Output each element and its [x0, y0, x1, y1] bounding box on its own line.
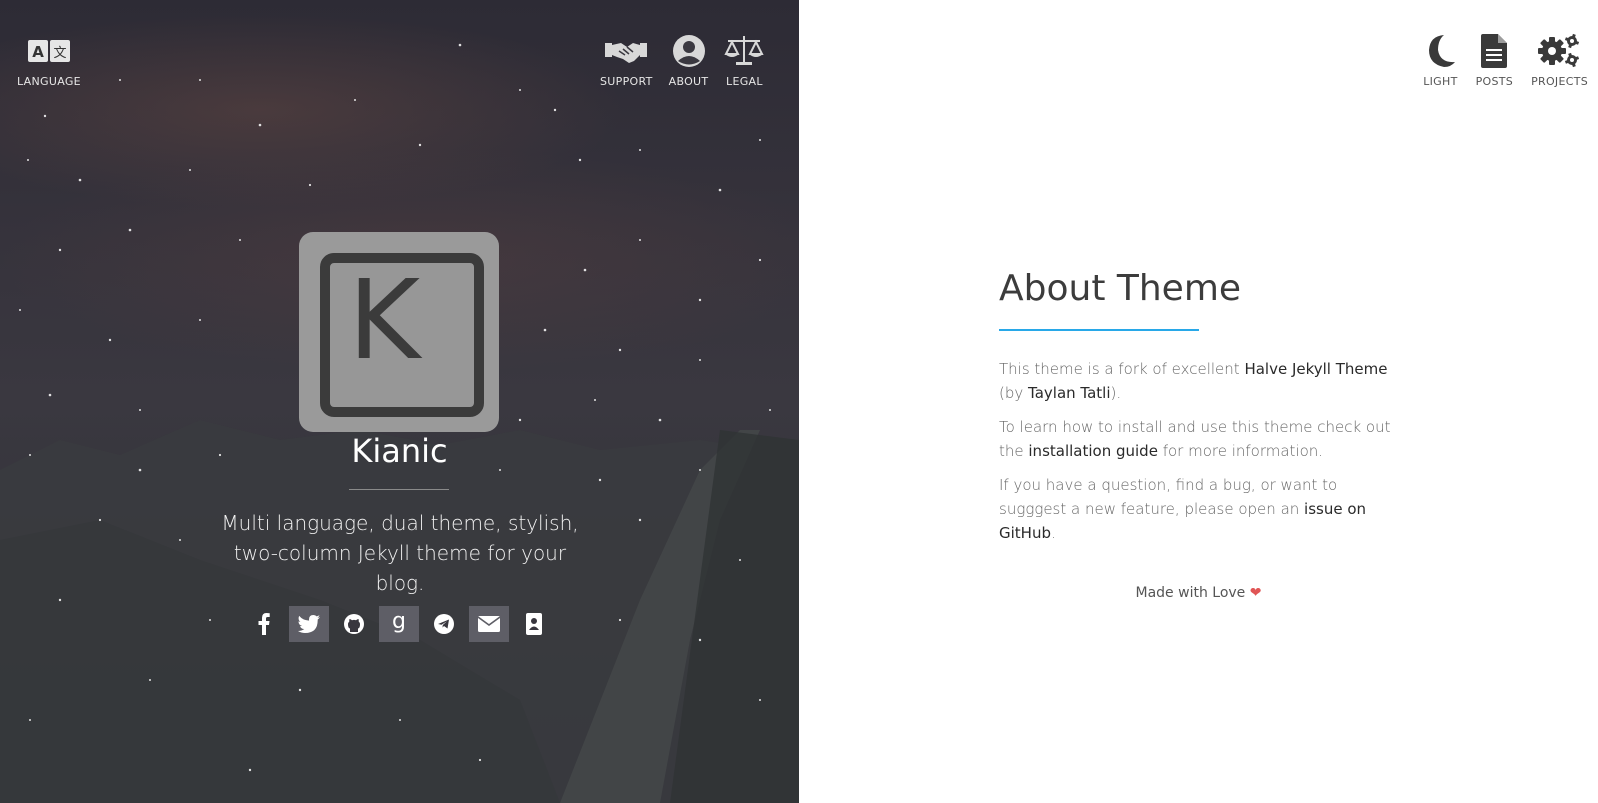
logo-frame: K [320, 253, 484, 417]
nav-legal-label: LEGAL [726, 75, 763, 88]
social-facebook[interactable] [244, 606, 284, 642]
balance-scale-icon [724, 30, 765, 72]
about-content: This theme is a fork of excellent Halve … [999, 357, 1399, 555]
github-icon [344, 614, 364, 634]
nav-posts[interactable]: POSTS [1476, 30, 1513, 88]
social-links: g [244, 606, 554, 642]
nav-posts-label: POSTS [1475, 75, 1514, 88]
heart-icon: ❤ [1249, 585, 1262, 601]
text: for more information. [1157, 442, 1324, 460]
footer: Made with Love ❤ [799, 585, 1598, 601]
site-logo[interactable]: K [299, 232, 499, 432]
user-circle-icon [672, 30, 706, 72]
title-divider [349, 489, 449, 490]
goodreads-icon: g [392, 611, 406, 634]
site-title: Kianic [351, 432, 448, 470]
nav-projects-label: PROJECTS [1531, 75, 1588, 88]
twitter-icon [298, 615, 320, 633]
nav-theme-label: LIGHT [1423, 75, 1458, 88]
moon-icon [1424, 30, 1456, 72]
social-goodreads[interactable]: g [379, 606, 419, 642]
text: . [1050, 524, 1056, 542]
text: If you have a question, find a bug, or w… [999, 476, 1338, 518]
document-icon [1481, 30, 1508, 72]
main-content: LIGHT POSTS PROJECTS About Theme This th… [799, 0, 1598, 803]
paragraph-install: To learn how to install and use this the… [999, 415, 1399, 463]
paragraph-fork: This theme is a fork of excellent Halve … [999, 357, 1399, 405]
nav-theme-toggle[interactable]: LIGHT [1423, 30, 1457, 88]
nav-language[interactable]: A 文 LANGUAGE [17, 30, 81, 88]
nav-left: A 文 LANGUAGE [17, 30, 81, 88]
site-tagline: Multi language, dual theme, stylish, two… [221, 511, 579, 595]
svg-text:A: A [32, 43, 44, 61]
link-installation-guide[interactable]: installation guide [1028, 442, 1158, 460]
language-icon: A 文 [27, 30, 70, 72]
facebook-icon [258, 613, 270, 635]
nav-legal[interactable]: LEGAL [724, 30, 765, 88]
link-halve-theme[interactable]: Halve Jekyll Theme [1244, 360, 1387, 378]
handshake-icon [605, 30, 648, 72]
sidebar-hero: A 文 LANGUAGE SUPPORT ABOUT LEGAL K Kiani… [0, 0, 799, 803]
title-underline [999, 329, 1199, 331]
svg-text:g: g [392, 611, 406, 634]
nav-language-label: LANGUAGE [17, 75, 81, 88]
contact-card-icon [526, 613, 542, 635]
link-author[interactable]: Taylan Tatli [1028, 384, 1110, 402]
nav-support-label: SUPPORT [600, 75, 653, 88]
nav-about[interactable]: ABOUT [669, 30, 709, 88]
text: (by [999, 384, 1029, 402]
email-icon [478, 616, 500, 632]
text: This theme is a fork of excellent [999, 360, 1245, 378]
social-twitter[interactable] [289, 606, 329, 642]
nav-about-label: ABOUT [668, 75, 709, 88]
logo-letter: K [348, 256, 421, 384]
social-github[interactable] [334, 606, 374, 642]
telegram-icon [434, 614, 454, 634]
gears-icon [1537, 30, 1582, 72]
svg-text:文: 文 [53, 46, 66, 61]
footer-text: Made with Love [1135, 585, 1246, 601]
nav-projects[interactable]: PROJECTS [1531, 30, 1588, 88]
text: ). [1110, 384, 1122, 402]
paragraph-issues: If you have a question, find a bug, or w… [999, 473, 1399, 545]
nav-support[interactable]: SUPPORT [600, 30, 653, 88]
nav-right-dark: SUPPORT ABOUT LEGAL [600, 30, 780, 88]
social-telegram[interactable] [424, 606, 464, 642]
page-title: About Theme [999, 268, 1242, 309]
social-contact[interactable] [514, 606, 554, 642]
social-email[interactable] [469, 606, 509, 642]
nav-right-light: LIGHT POSTS PROJECTS [1405, 30, 1588, 88]
